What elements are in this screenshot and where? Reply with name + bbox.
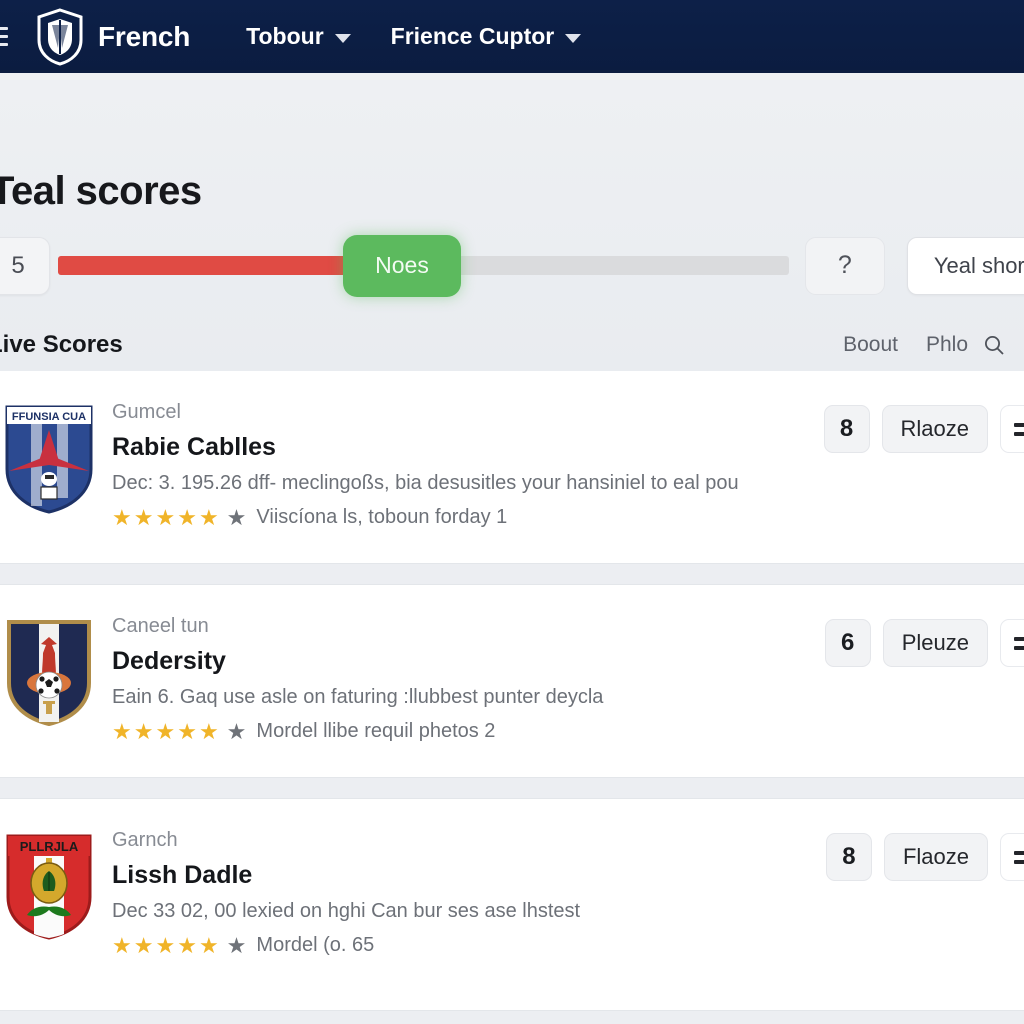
star-icon: ★: [155, 718, 176, 744]
item-description: Dec 33 02, 00 lexied on hghi Can bur ses…: [112, 900, 581, 922]
item-title[interactable]: Rabie Cablles: [112, 433, 824, 462]
ffunsia-cup-crest-icon: FFUNSIA CUA: [5, 405, 93, 514]
star-rating: ★ ★ ★ ★ ★ ★: [112, 932, 247, 958]
more-menu-icon[interactable]: [1000, 619, 1024, 667]
nav-item-label: Tobour: [246, 23, 324, 49]
section-title: Live Scores: [0, 331, 123, 358]
status-badge[interactable]: Pleuze: [882, 619, 988, 667]
info-cell: Gumcel Rabie Cablles Dec: 3. 195.26 dff-…: [112, 395, 824, 529]
star-icon: ★: [112, 718, 132, 744]
rating-text: Mordel llibe requil phetos 2: [256, 720, 496, 742]
star-icon: ★: [133, 932, 154, 958]
list-divider: [0, 563, 1024, 585]
share-button[interactable]: Yeal shore: [906, 236, 1024, 295]
star-icon: ★: [177, 932, 197, 958]
actions-cell: 6 Pleuze: [824, 609, 1024, 667]
rating-text: Mordel (o. 65: [256, 934, 375, 956]
rating-text: Viiscíona ls, toboun forday 1: [256, 506, 508, 528]
progress-slider-row: 5 Noes ? Yeal shore: [0, 228, 1024, 303]
actions-cell: 8 Flaoze: [825, 823, 1024, 881]
star-icon: ★: [177, 504, 197, 530]
slider-thumb-label: Noes: [375, 252, 429, 278]
star-icon: ★: [198, 932, 219, 958]
star-icon: ★: [226, 932, 247, 958]
rating-line: ★ ★ ★ ★ ★ ★ Mordel (o. 65: [112, 934, 826, 957]
section-action-boout[interactable]: Boout: [843, 333, 898, 357]
list-divider: [0, 777, 1024, 799]
star-icon: ★: [133, 504, 154, 530]
dedersity-crest-icon: [7, 620, 91, 727]
item-eyebrow: Garnch: [112, 829, 178, 851]
status-badge[interactable]: Rlaoze: [881, 405, 988, 453]
star-icon: ★: [112, 932, 132, 958]
chevron-down-icon: [334, 34, 351, 43]
star-rating: ★ ★ ★ ★ ★ ★: [112, 718, 247, 744]
page-title: Teal scores: [0, 169, 202, 213]
more-menu-icon[interactable]: [1000, 405, 1024, 453]
bottom-strip: [0, 1010, 1024, 1024]
nav-item-tobour[interactable]: Tobour: [246, 23, 351, 50]
item-description: Dec: 3. 195.26 dff- meclingoßs, bia desu…: [112, 472, 739, 494]
info-cell: Caneel tun Dedersity Eain 6. Gaq use asl…: [112, 609, 825, 743]
info-cell: Garnch Lissh Dadle Dec 33 02, 00 lexied …: [112, 823, 826, 957]
star-icon: ★: [226, 718, 247, 744]
item-title[interactable]: Lissh Dadle: [112, 861, 826, 890]
item-title[interactable]: Dedersity: [112, 647, 825, 676]
brand-name: French: [98, 20, 191, 52]
shield-crest-logo-icon: [36, 7, 84, 66]
crest-cell: PLLRJLA: [0, 823, 112, 943]
nav-item-label: Frience Cuptor: [390, 23, 555, 49]
status-badge[interactable]: Flaoze: [883, 833, 988, 881]
brand[interactable]: French: [36, 7, 191, 66]
slider-track[interactable]: Noes: [58, 234, 789, 297]
pllrjla-crest-icon: PLLRJLA: [6, 834, 92, 940]
crest-cell: [0, 609, 112, 729]
star-icon: ★: [198, 718, 219, 744]
rating-line: ★ ★ ★ ★ ★ ★ Viiscíona ls, toboun forday …: [112, 506, 824, 529]
search-icon[interactable]: [982, 333, 1006, 357]
star-icon: ★: [133, 718, 154, 744]
star-rating: ★ ★ ★ ★ ★ ★: [112, 504, 247, 530]
star-icon: ★: [226, 504, 247, 530]
svg-text:PLLRJLA: PLLRJLA: [20, 839, 79, 854]
star-icon: ★: [155, 504, 176, 530]
crest-cell: FFUNSIA CUA: [0, 395, 112, 515]
svg-text:FFUNSIA CUA: FFUNSIA CUA: [12, 411, 86, 423]
help-button[interactable]: ?: [804, 236, 885, 295]
chevron-down-icon: [565, 34, 582, 43]
main-nav: Tobour Frience Cuptor: [246, 23, 582, 50]
star-icon: ★: [177, 718, 197, 744]
section-action-phlo[interactable]: Phlo: [926, 333, 968, 357]
score-badge: 8: [823, 405, 870, 453]
list-item[interactable]: FFUNSIA CUA Gumcel Rabie Cablles Dec: 3.…: [0, 371, 1024, 563]
slider-thumb[interactable]: Noes: [343, 234, 462, 297]
score-badge: 8: [825, 833, 872, 881]
item-eyebrow: Gumcel: [112, 401, 181, 423]
section-header: Live Scores Boout Phlo: [0, 321, 1024, 369]
section-actions: Boout Phlo: [843, 333, 1024, 357]
item-description: Eain 6. Gaq use asle on faturing :llubbe…: [112, 686, 604, 708]
list-item[interactable]: Caneel tun Dedersity Eain 6. Gaq use asl…: [0, 585, 1024, 777]
list-item[interactable]: PLLRJLA Garnch Lissh Dadle Dec 33 02, 00…: [0, 799, 1024, 991]
nav-item-frience-cuptor[interactable]: Frience Cuptor: [391, 23, 582, 50]
actions-cell: 8 Rlaoze: [823, 395, 1024, 453]
more-menu-icon[interactable]: [1000, 833, 1024, 881]
item-eyebrow: Caneel tun: [112, 615, 209, 637]
hamburger-icon[interactable]: [0, 27, 12, 46]
star-icon: ★: [112, 504, 132, 530]
step-value-chip[interactable]: 5: [0, 236, 50, 295]
app-root: French Tobour Frience Cuptor Teal scores…: [0, 0, 1024, 1024]
top-navigation-bar: French Tobour Frience Cuptor: [0, 0, 1024, 73]
star-icon: ★: [198, 504, 219, 530]
live-scores-list: FFUNSIA CUA Gumcel Rabie Cablles Dec: 3.…: [0, 371, 1024, 991]
rating-line: ★ ★ ★ ★ ★ ★ Mordel llibe requil phetos 2: [112, 720, 825, 743]
star-icon: ★: [155, 932, 176, 958]
score-badge: 6: [824, 619, 871, 667]
hero-area: Teal scores 5 Noes ? Yeal shore Live Sco…: [0, 73, 1024, 371]
